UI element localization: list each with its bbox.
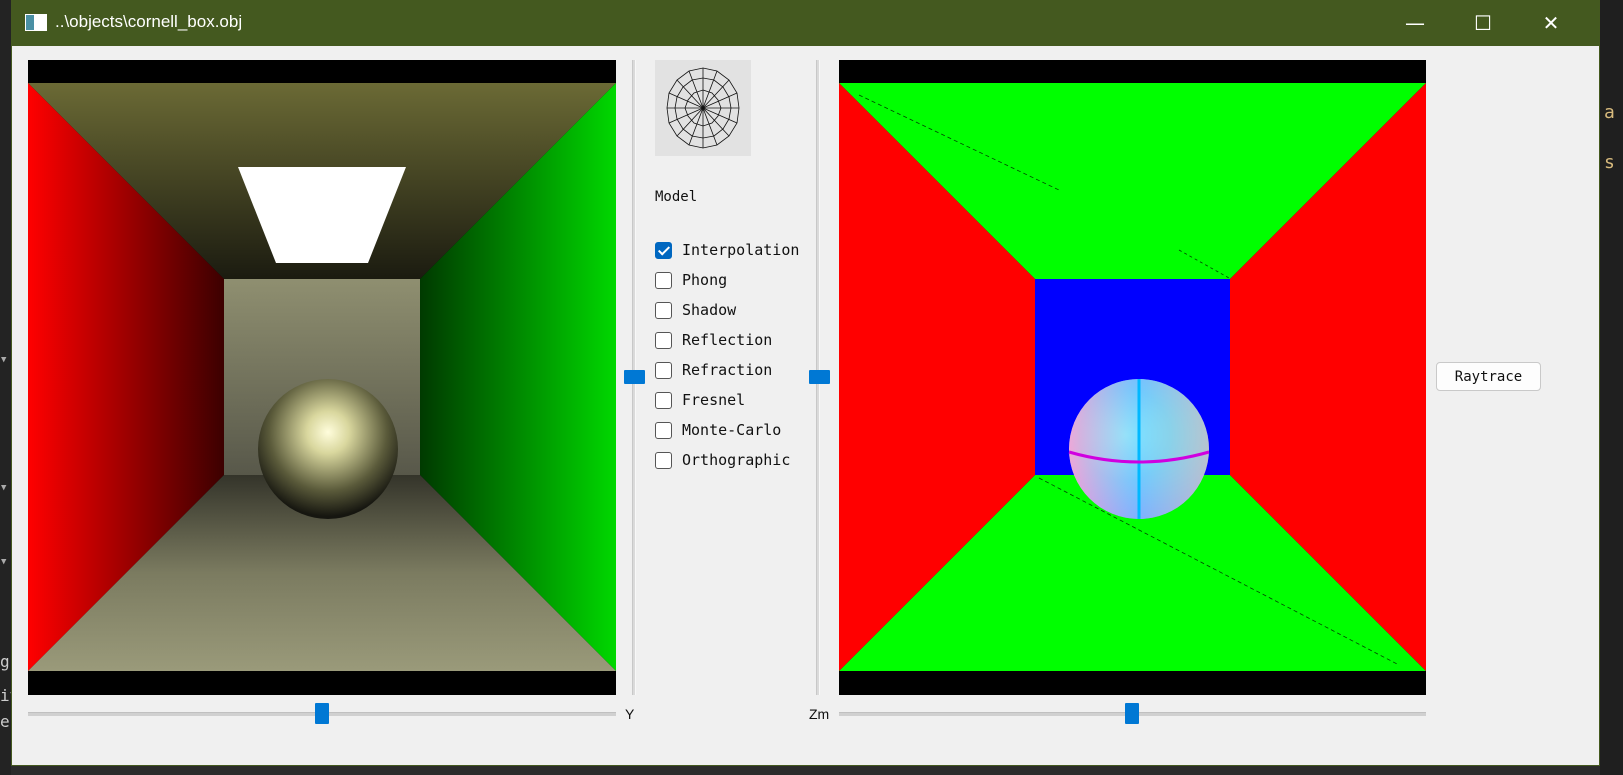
model-label: Model xyxy=(655,189,698,205)
option-label: Monte-Carlo xyxy=(682,421,782,439)
vertical-slider-handle[interactable] xyxy=(624,370,645,384)
app-icon xyxy=(25,14,47,31)
option-label: Phong xyxy=(682,271,728,289)
orthographic-checkbox[interactable] xyxy=(655,451,672,469)
minimize-button[interactable]: — xyxy=(1381,1,1449,46)
app-window: ..\objects\cornell_box.obj — ☐ ✕ Model I… xyxy=(11,0,1600,766)
refraction-checkbox[interactable] xyxy=(655,361,672,379)
shaded-render xyxy=(28,60,616,695)
background-text: g xyxy=(0,652,10,671)
option-fresnel[interactable]: Fresnel xyxy=(655,389,745,411)
normals-viewport[interactable] xyxy=(839,60,1426,695)
option-label: Fresnel xyxy=(682,391,746,409)
fresnel-checkbox[interactable] xyxy=(655,391,672,409)
background-editor-right: a s xyxy=(1600,0,1623,775)
option-orthographic[interactable]: Orthographic xyxy=(655,449,790,471)
collapse-triangle-icon: ▼ xyxy=(1,483,7,493)
maximize-button[interactable]: ☐ xyxy=(1449,1,1517,46)
shaded-viewport[interactable] xyxy=(28,60,616,695)
normals-render xyxy=(839,60,1426,695)
option-label: Orthographic xyxy=(682,451,791,469)
option-refraction[interactable]: Refraction xyxy=(655,359,772,381)
option-phong[interactable]: Phong xyxy=(655,269,727,291)
background-text: s xyxy=(1604,152,1615,173)
zoom-slider-handle[interactable] xyxy=(1125,703,1139,724)
y-slider-handle[interactable] xyxy=(315,703,329,724)
option-monte-carlo[interactable]: Monte-Carlo xyxy=(655,419,781,441)
phong-checkbox[interactable] xyxy=(655,271,672,289)
sphere-wireframe-icon xyxy=(666,67,740,149)
client-area: Model Interpolation Phong Shadow Reflect… xyxy=(12,46,1599,765)
option-label: Shadow xyxy=(682,301,737,319)
option-shadow[interactable]: Shadow xyxy=(655,299,736,321)
collapse-triangle-icon: ▼ xyxy=(1,355,7,365)
monte-carlo-checkbox[interactable] xyxy=(655,421,672,439)
zoom-slider-label: Zm xyxy=(809,706,830,722)
background-text: a xyxy=(1604,102,1615,123)
background-text: e xyxy=(0,712,10,731)
reflection-checkbox[interactable] xyxy=(655,331,672,349)
y-slider-label: Y xyxy=(625,706,635,722)
vertical-slider-handle[interactable] xyxy=(809,370,830,384)
title-bar[interactable]: ..\objects\cornell_box.obj — ☐ ✕ xyxy=(12,1,1599,46)
option-label: Reflection xyxy=(682,331,773,349)
option-reflection[interactable]: Reflection xyxy=(655,329,772,351)
shadow-checkbox[interactable] xyxy=(655,301,672,319)
background-editor-left: ▼ ▼ ▼ g iv e xyxy=(0,0,19,775)
window-title: ..\objects\cornell_box.obj xyxy=(55,12,243,31)
raytrace-button[interactable]: Raytrace xyxy=(1436,362,1541,391)
option-interpolation[interactable]: Interpolation xyxy=(655,239,799,261)
option-label: Refraction xyxy=(682,361,773,379)
collapse-triangle-icon: ▼ xyxy=(1,557,7,567)
option-label: Interpolation xyxy=(682,241,800,259)
interpolation-checkbox[interactable] xyxy=(655,241,672,259)
model-preview-thumbnail xyxy=(655,60,751,156)
close-button[interactable]: ✕ xyxy=(1517,1,1585,46)
